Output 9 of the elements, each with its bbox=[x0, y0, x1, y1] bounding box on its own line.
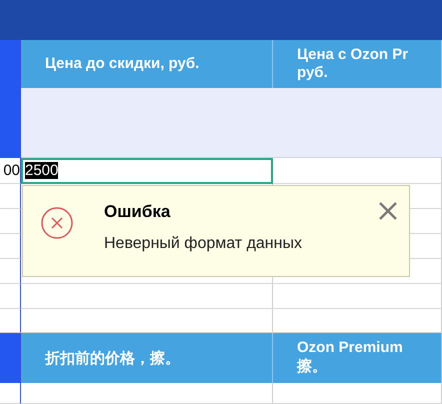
column-header: Цена до скидки, руб. bbox=[21, 40, 273, 88]
column-header: Ozon Premium 擦。 bbox=[273, 333, 442, 383]
error-title: Ошибка bbox=[104, 202, 170, 222]
close-button[interactable] bbox=[377, 200, 399, 222]
column-header: 折扣前的价格，擦。 bbox=[21, 333, 273, 383]
error-icon bbox=[41, 207, 73, 239]
cell-editor[interactable]: 2500 bbox=[21, 158, 273, 184]
error-message: Неверный формат данных bbox=[104, 235, 302, 253]
column-header: Цена с Ozon Pr руб. bbox=[273, 40, 442, 88]
